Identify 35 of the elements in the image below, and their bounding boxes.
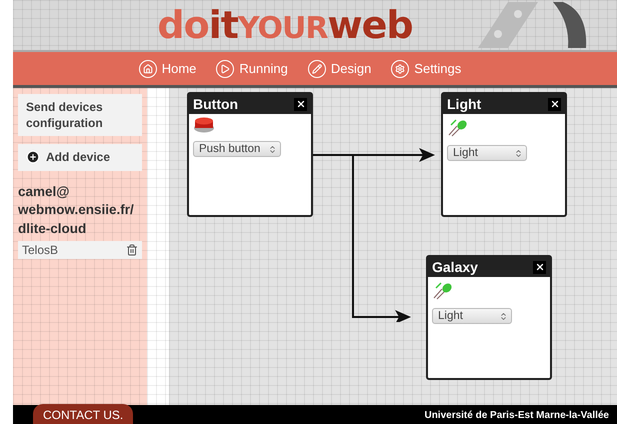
close-button[interactable] (294, 98, 307, 110)
plus-icon (26, 150, 40, 164)
gear-icon (391, 60, 410, 78)
node-title: Galaxy (432, 259, 478, 275)
device-name: TelosB (22, 243, 58, 258)
play-icon (216, 60, 234, 78)
led-icon (432, 280, 454, 300)
device-select[interactable]: Push button (193, 141, 282, 157)
device-item[interactable]: TelosB (18, 241, 142, 260)
up-down-arrows-icon (514, 148, 523, 158)
device-select[interactable]: Light (432, 308, 512, 324)
trash-icon[interactable] (126, 244, 138, 256)
home-icon (138, 60, 157, 78)
node-title: Light (447, 96, 482, 112)
logo: doitYOURweb (157, 6, 413, 44)
send-configuration-button[interactable]: Send devices configuration (18, 94, 142, 136)
close-icon (296, 99, 306, 109)
device-select[interactable]: Light (447, 145, 527, 161)
contact-tab[interactable]: CONTACT US. (33, 404, 134, 424)
close-button[interactable] (548, 98, 561, 110)
close-icon (550, 99, 560, 109)
pencil-icon (308, 60, 326, 78)
university-name: Université de Paris-Est Marne-la-Vallée (424, 410, 609, 421)
server-address: camel@ webmow.ensiie.fr/ dlite-cloud (18, 182, 135, 238)
close-button[interactable] (533, 260, 546, 274)
add-device-button[interactable]: Add device (18, 144, 142, 171)
up-down-arrows-icon (499, 312, 508, 320)
device-node[interactable]: Button Push button (187, 92, 313, 217)
device-node[interactable]: Galaxy Light (426, 255, 552, 380)
node-title: Button (193, 96, 238, 112)
device-node[interactable]: Light Light (441, 92, 567, 217)
push-button-icon (193, 117, 215, 133)
led-icon (447, 117, 469, 137)
up-down-arrows-icon (268, 144, 278, 154)
close-icon (534, 262, 544, 272)
